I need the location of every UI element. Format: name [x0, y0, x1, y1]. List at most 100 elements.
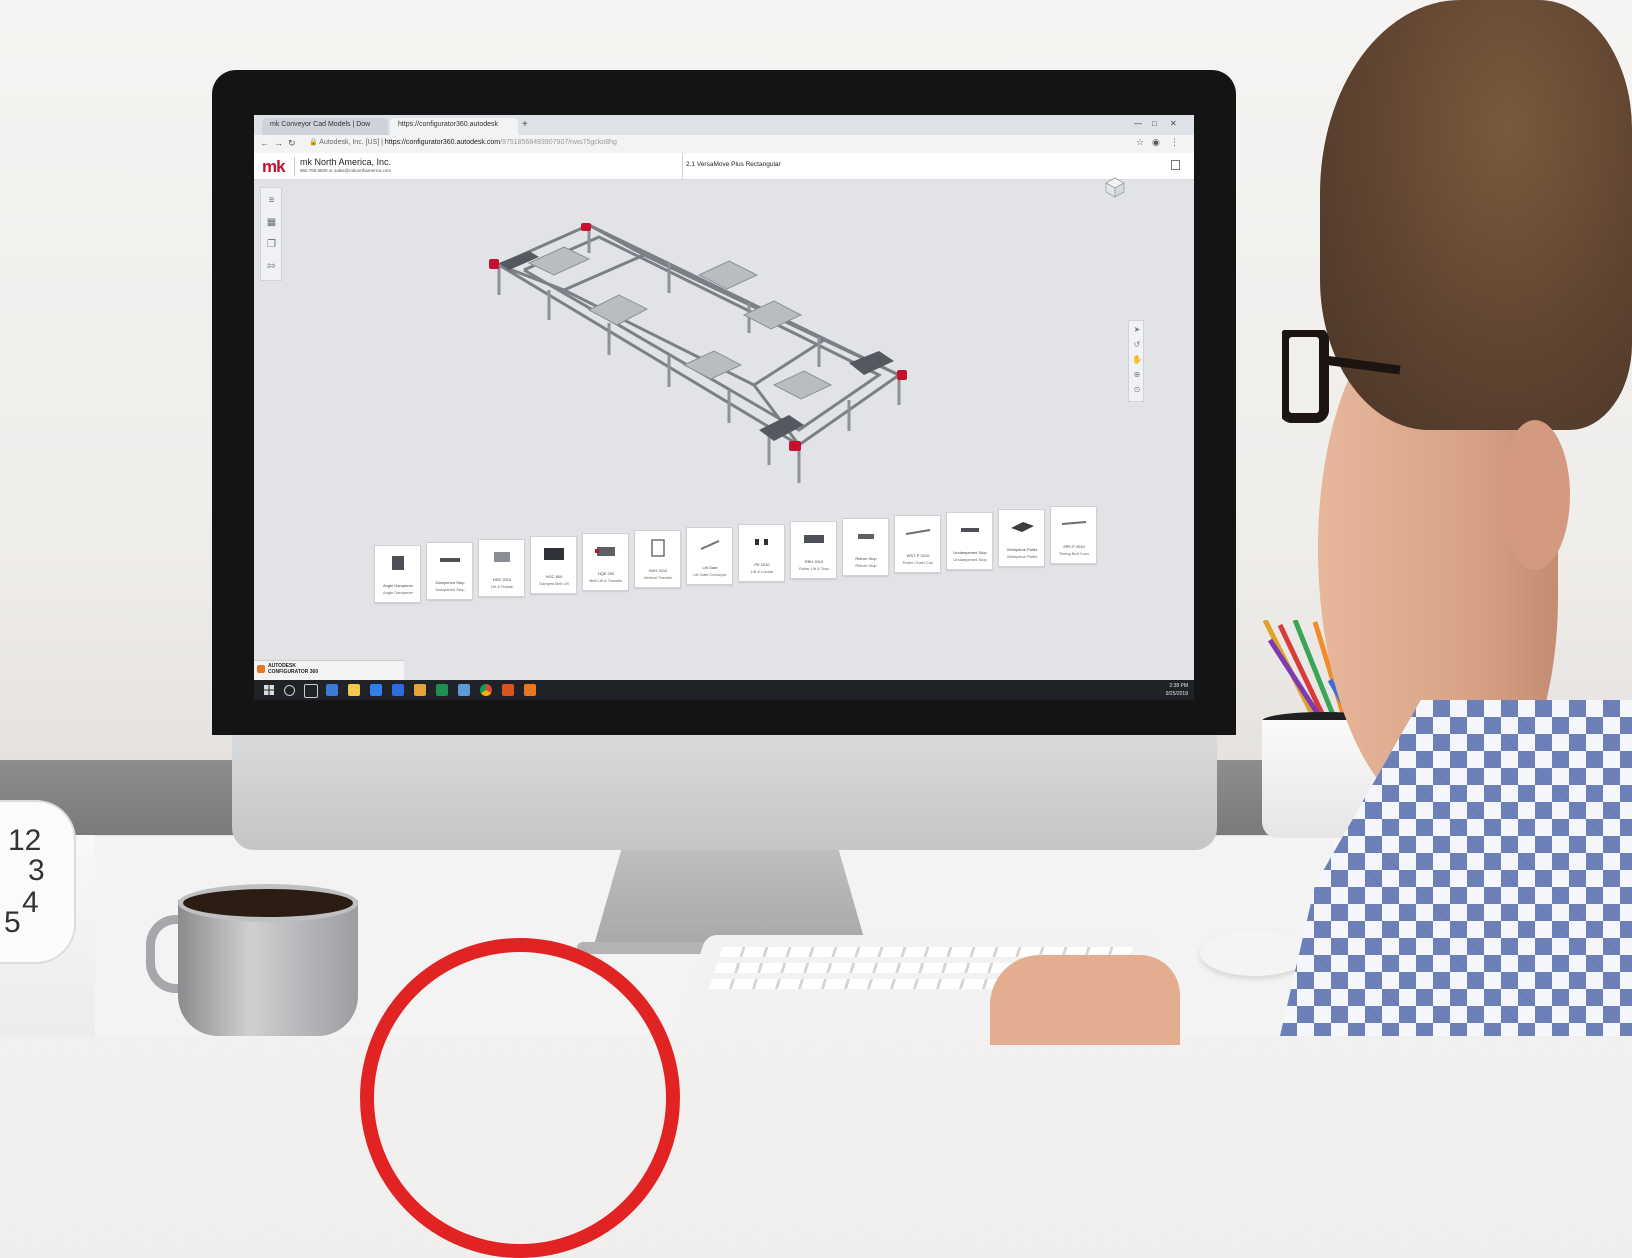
thumbnail-title: HDE 2010 — [492, 577, 512, 582]
thumbnail-title: Undampened Stop — [953, 550, 987, 555]
address-bar: ← → ↻ 🔒 Autodesk, Inc. [US] | https://co… — [254, 135, 1194, 154]
close-icon[interactable]: ✕ — [1170, 119, 1177, 128]
mouse — [1200, 930, 1310, 976]
document-icon[interactable] — [1171, 160, 1180, 170]
star-icon[interactable]: ☆ — [1136, 137, 1144, 148]
chrome-icon[interactable] — [480, 684, 492, 696]
header-divider — [682, 153, 683, 179]
taskbar-app-icon[interactable] — [392, 684, 404, 696]
thumbnail-subtitle: Lift Gate Conveyor — [693, 572, 727, 577]
component-image — [858, 534, 874, 539]
monitor-stand — [594, 850, 866, 945]
menu-icon[interactable]: ⋮ — [1170, 137, 1179, 148]
autodesk-logo-icon — [257, 665, 265, 673]
thumbnail-title: Return Stop — [855, 556, 877, 561]
person-ear — [1500, 420, 1570, 570]
file-explorer-icon[interactable] — [348, 684, 360, 696]
zoom-fit-icon[interactable]: ⊙ — [1132, 385, 1142, 395]
forward-icon[interactable]: → — [274, 138, 283, 148]
excel-icon[interactable] — [436, 684, 448, 696]
component-image — [392, 556, 404, 570]
back-icon[interactable]: ← — [260, 138, 269, 148]
taskbar-app-icon[interactable] — [414, 684, 426, 696]
pan-hand-icon[interactable]: ✋ — [1132, 355, 1142, 365]
windows-start-icon[interactable] — [264, 685, 274, 695]
taskbar-app-icon[interactable] — [326, 684, 338, 696]
thumbnail-card[interactable]: RBH 2010 Roller Lift & Tran — [790, 521, 837, 579]
thumbnail-title: Lift Gate — [702, 565, 718, 570]
configurator-badge: AUTODESK CONFIGURATOR 360 — [254, 660, 404, 681]
thumbnail-subtitle: Vertical Transfer — [643, 575, 673, 580]
screen: mk Conveyor Cad Models | Dow https://con… — [254, 115, 1194, 700]
thumbnail-card[interactable]: HDE 2010 Lift & Rotate — [478, 539, 525, 597]
browser-tab[interactable]: mk Conveyor Cad Models | Dow — [262, 118, 388, 135]
taskbar-app-icon[interactable] — [502, 684, 514, 696]
thumbnail-card[interactable]: ZRF-P 2010 Timing Belt Conv — [1050, 506, 1097, 564]
tab-label: https://configurator360.autodesk — [398, 121, 499, 128]
component-image — [755, 539, 768, 545]
zoom-icon[interactable]: ⊕ — [1132, 370, 1142, 380]
reload-icon[interactable]: ↻ — [288, 138, 296, 149]
browser-tab-active[interactable]: https://configurator360.autodesk — [390, 118, 518, 135]
red-circle-graphic — [360, 938, 680, 1258]
thumbnail-title: RBH 2010 — [804, 559, 824, 564]
document-copy-icon[interactable]: ❐ — [265, 238, 278, 251]
search-icon[interactable] — [284, 685, 295, 696]
url-host: https://configurator360.autodesk.com — [384, 139, 501, 146]
thumbnail-title: HUH 2010 — [648, 568, 668, 573]
select-arrow-icon[interactable]: ➤ — [1132, 325, 1142, 335]
header-separator — [294, 157, 295, 176]
export-icon[interactable]: ⇰ — [265, 260, 278, 273]
model-title: 2.1 VersaMove Plus Rectangular — [686, 161, 781, 168]
monitor: mk Conveyor Cad Models | Dow https://con… — [212, 70, 1236, 954]
url-path: /97518568493907907/nws75gcko8hg — [500, 139, 617, 146]
taskbar-date: 9/25/2018 — [1165, 691, 1188, 697]
conveyor-3d-model[interactable] — [469, 215, 949, 505]
task-view-icon[interactable] — [304, 684, 318, 698]
taskbar-app-icon[interactable] — [370, 684, 382, 696]
viewcube-icon[interactable] — [1102, 175, 1128, 199]
taskbar-app-icon[interactable] — [458, 684, 470, 696]
components-grid-icon[interactable]: ▦ — [265, 216, 278, 229]
thumbnail-title: WST-P 2010 — [906, 553, 930, 558]
thumbnail-subtitle: Belt Lift & Transfer — [589, 578, 623, 583]
thumbnail-card[interactable]: Lift Gate Lift Gate Conveyor — [686, 527, 733, 585]
thumbnail-card[interactable]: HGC 800 Damped Belt Lift — [530, 536, 577, 594]
thumbnail-title: Dampened Stop — [435, 580, 465, 585]
thumbnail-card[interactable]: Dampened Stop Dampened Stop — [426, 542, 473, 600]
component-image — [544, 548, 564, 560]
thumbnail-card[interactable]: PE 2010 Lift & Locate — [738, 524, 785, 582]
new-tab-button[interactable]: + — [522, 119, 528, 130]
component-thumbnail-strip: Angle Dampener Angle Dampener Dampened S… — [374, 500, 1097, 610]
thumbnail-card[interactable]: HQE 200 Belt Lift & Transfer — [582, 533, 629, 591]
url-field[interactable]: 🔒 Autodesk, Inc. [US] | https://configur… — [309, 138, 1109, 146]
url-secure-label: Autodesk, Inc. [US] — [319, 139, 380, 146]
thumbnail-card[interactable]: Return Stop Return Stop — [842, 518, 889, 576]
thumbnail-card[interactable]: Workpiece Pallet Workpiece Pallet — [998, 509, 1045, 567]
system-tray: 2:38 PM 9/25/2018 — [1166, 680, 1188, 700]
thumbnail-card[interactable]: HUH 2010 Vertical Transfer — [634, 530, 681, 588]
person-hand — [990, 955, 1180, 1045]
clock-number: 3 — [28, 854, 45, 887]
minimize-icon[interactable]: — — [1134, 119, 1142, 128]
clock-number: 5 — [4, 906, 21, 939]
thumbnail-card[interactable]: WST-P 2010 Roller Chain Con — [894, 515, 941, 573]
thumbnail-title: HQE 200 — [597, 571, 615, 576]
thumbnail-card[interactable]: Angle Dampener Angle Dampener — [374, 545, 421, 603]
desk-clock: 12 3 4 5 — [0, 800, 76, 964]
settings-sliders-icon[interactable]: ≡ — [265, 194, 278, 207]
mk-logo: mk — [262, 157, 286, 176]
taskbar-app-icon[interactable] — [524, 684, 536, 696]
component-image — [1061, 521, 1087, 525]
glasses — [1282, 330, 1401, 423]
maximize-icon[interactable]: □ — [1152, 119, 1157, 128]
thumbnail-subtitle: Damped Belt Lift — [539, 581, 569, 586]
thumbnail-title: PE 2010 — [754, 562, 770, 567]
coffee-surface — [178, 884, 358, 922]
orbit-icon[interactable]: ↺ — [1132, 340, 1142, 350]
thumbnail-title: Angle Dampener — [382, 583, 414, 588]
thumbnail-subtitle: Timing Belt Conv — [1058, 551, 1090, 556]
account-icon[interactable]: ◉ — [1152, 137, 1160, 148]
badge-line2: CONFIGURATOR 360 — [268, 669, 319, 675]
thumbnail-card[interactable]: Undampened Stop Undampened Stop — [946, 512, 993, 570]
